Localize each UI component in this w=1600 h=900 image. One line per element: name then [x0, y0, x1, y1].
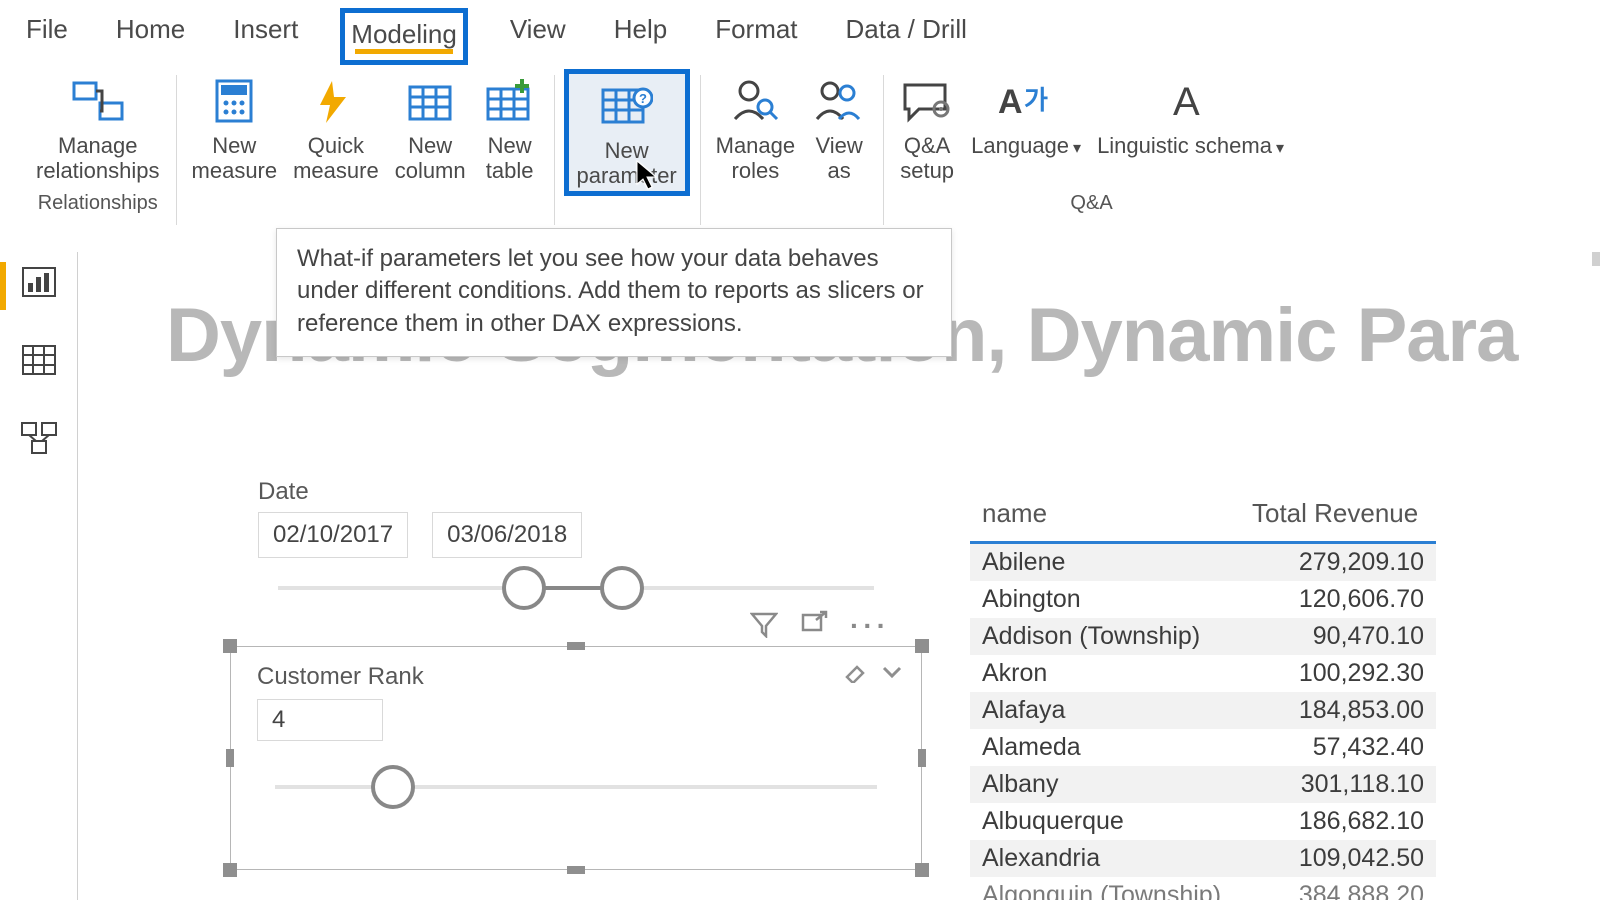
- calculator-icon: [213, 73, 255, 129]
- table-row[interactable]: Albuquerque186,682.10: [970, 803, 1436, 840]
- tab-format[interactable]: Format: [709, 8, 803, 55]
- group-label-relationships: Relationships: [38, 192, 158, 215]
- ribbon-group-calculations: Newmeasure Quickmeasure Newcolumn Newtab…: [176, 69, 554, 190]
- person-search-icon: [731, 73, 779, 129]
- tab-modeling[interactable]: Modeling: [340, 8, 468, 65]
- chevron-down-icon: ▾: [1276, 140, 1284, 157]
- manage-roles-label: Manageroles: [716, 133, 796, 184]
- chevron-down-icon[interactable]: [881, 661, 903, 690]
- filter-icon[interactable]: [750, 610, 778, 645]
- manage-relationships-label: Managerelationships: [36, 133, 160, 184]
- table-plus-icon: [486, 73, 534, 129]
- date-from-input[interactable]: 02/10/2017: [258, 512, 408, 558]
- view-switcher: [0, 252, 78, 900]
- view-as-button[interactable]: Viewas: [805, 69, 873, 186]
- relationships-icon: [72, 73, 124, 129]
- table-body: Abilene279,209.10 Abington120,606.70 Add…: [970, 544, 1436, 900]
- data-view-button[interactable]: [19, 340, 59, 380]
- more-options-icon[interactable]: ···: [850, 610, 890, 645]
- visual-header: ···: [750, 610, 890, 645]
- linguistic-schema-button[interactable]: A Linguistic schema▾: [1091, 69, 1290, 186]
- new-measure-label: Newmeasure: [192, 133, 278, 184]
- new-table-label: Newtable: [486, 133, 534, 184]
- chevron-down-icon: ▾: [1073, 140, 1081, 157]
- manage-roles-button[interactable]: Manageroles: [710, 69, 802, 186]
- ribbon: Managerelationships Relationships Newmea…: [0, 65, 1600, 219]
- revenue-table[interactable]: name Total Revenue Abilene279,209.10 Abi…: [970, 488, 1436, 900]
- people-icon: [815, 73, 863, 129]
- table-row[interactable]: Albany301,118.10: [970, 766, 1436, 803]
- manage-relationships-button[interactable]: Managerelationships: [30, 69, 166, 186]
- rank-slicer-title: Customer Rank: [257, 663, 424, 691]
- new-column-label: Newcolumn: [395, 133, 466, 184]
- rank-slider-handle[interactable]: [371, 765, 415, 809]
- tab-view[interactable]: View: [504, 8, 572, 55]
- svg-text:가: 가: [1024, 85, 1048, 115]
- ribbon-group-relationships: Managerelationships Relationships: [20, 69, 176, 219]
- svg-text:A: A: [998, 83, 1023, 121]
- linguistic-schema-label: Linguistic schema▾: [1097, 133, 1284, 158]
- date-range-handle-start[interactable]: [502, 566, 546, 610]
- eraser-icon[interactable]: [843, 661, 867, 690]
- date-slicer-label: Date: [258, 478, 309, 506]
- date-to-input[interactable]: 03/06/2018: [432, 512, 582, 558]
- report-view-button[interactable]: [19, 262, 59, 302]
- qna-setup-button[interactable]: Q&Asetup: [893, 69, 961, 186]
- ribbon-group-qna: Q&Asetup A가 Language▾ A Linguistic schem…: [883, 69, 1300, 219]
- new-parameter-label: Newparameter: [576, 138, 676, 189]
- table-row[interactable]: Alafaya184,853.00: [970, 692, 1436, 729]
- ribbon-group-security: Manageroles Viewas: [700, 69, 884, 190]
- table-row[interactable]: Algonquin (Township)384,888.20: [970, 877, 1436, 900]
- quick-measure-label: Quickmeasure: [293, 133, 379, 184]
- model-view-button[interactable]: [19, 418, 59, 458]
- language-icon: A가: [998, 73, 1054, 129]
- rank-value-input[interactable]: 4: [257, 699, 383, 741]
- new-parameter-button[interactable]: ? Newparameter: [564, 69, 690, 196]
- quick-measure-icon: [312, 73, 360, 129]
- tab-help[interactable]: Help: [608, 8, 673, 55]
- new-table-button[interactable]: Newtable: [476, 69, 544, 186]
- svg-text:A: A: [1173, 80, 1200, 123]
- table-row[interactable]: Addison (Township)90,470.10: [970, 618, 1436, 655]
- tab-home[interactable]: Home: [110, 8, 191, 55]
- tab-insert[interactable]: Insert: [227, 8, 304, 55]
- col-header-name[interactable]: name: [970, 488, 1240, 544]
- mouse-cursor-icon: [636, 160, 658, 190]
- table-row[interactable]: Alameda57,432.40: [970, 729, 1436, 766]
- ribbon-tabs: File Home Insert Modeling View Help Form…: [0, 0, 1600, 65]
- rank-slider-track[interactable]: [275, 785, 877, 789]
- table-row[interactable]: Alexandria109,042.50: [970, 840, 1436, 877]
- svg-text:?: ?: [639, 91, 647, 106]
- tooltip-new-parameter: What-if parameters let you see how your …: [276, 228, 952, 357]
- focus-mode-icon[interactable]: [800, 610, 828, 645]
- new-measure-button[interactable]: Newmeasure: [186, 69, 284, 186]
- language-button[interactable]: A가 Language▾: [965, 69, 1087, 186]
- table-row[interactable]: Abington120,606.70: [970, 581, 1436, 618]
- customer-rank-slicer[interactable]: Customer Rank 4: [230, 646, 922, 870]
- language-label: Language▾: [971, 133, 1081, 158]
- table-row[interactable]: Akron100,292.30: [970, 655, 1436, 692]
- quick-measure-button[interactable]: Quickmeasure: [287, 69, 385, 186]
- view-as-label: Viewas: [815, 133, 862, 184]
- new-column-button[interactable]: Newcolumn: [389, 69, 472, 186]
- active-view-indicator: [0, 262, 6, 310]
- date-slicer-inputs: 02/10/2017 03/06/2018: [258, 512, 582, 558]
- parameter-icon: ?: [601, 78, 653, 134]
- date-range-handle-end[interactable]: [600, 566, 644, 610]
- letter-a-icon: A: [1169, 73, 1213, 129]
- qna-setup-label: Q&Asetup: [900, 133, 954, 184]
- tab-file[interactable]: File: [20, 8, 74, 55]
- speech-gear-icon: [901, 73, 953, 129]
- group-label-qna: Q&A: [1070, 192, 1112, 215]
- table-column-icon: [408, 73, 452, 129]
- ribbon-group-whatif: ? Newparameter: [554, 69, 700, 200]
- table-row[interactable]: Abilene279,209.10: [970, 544, 1436, 581]
- tab-data-drill[interactable]: Data / Drill: [840, 8, 973, 55]
- col-header-revenue[interactable]: Total Revenue: [1240, 488, 1436, 544]
